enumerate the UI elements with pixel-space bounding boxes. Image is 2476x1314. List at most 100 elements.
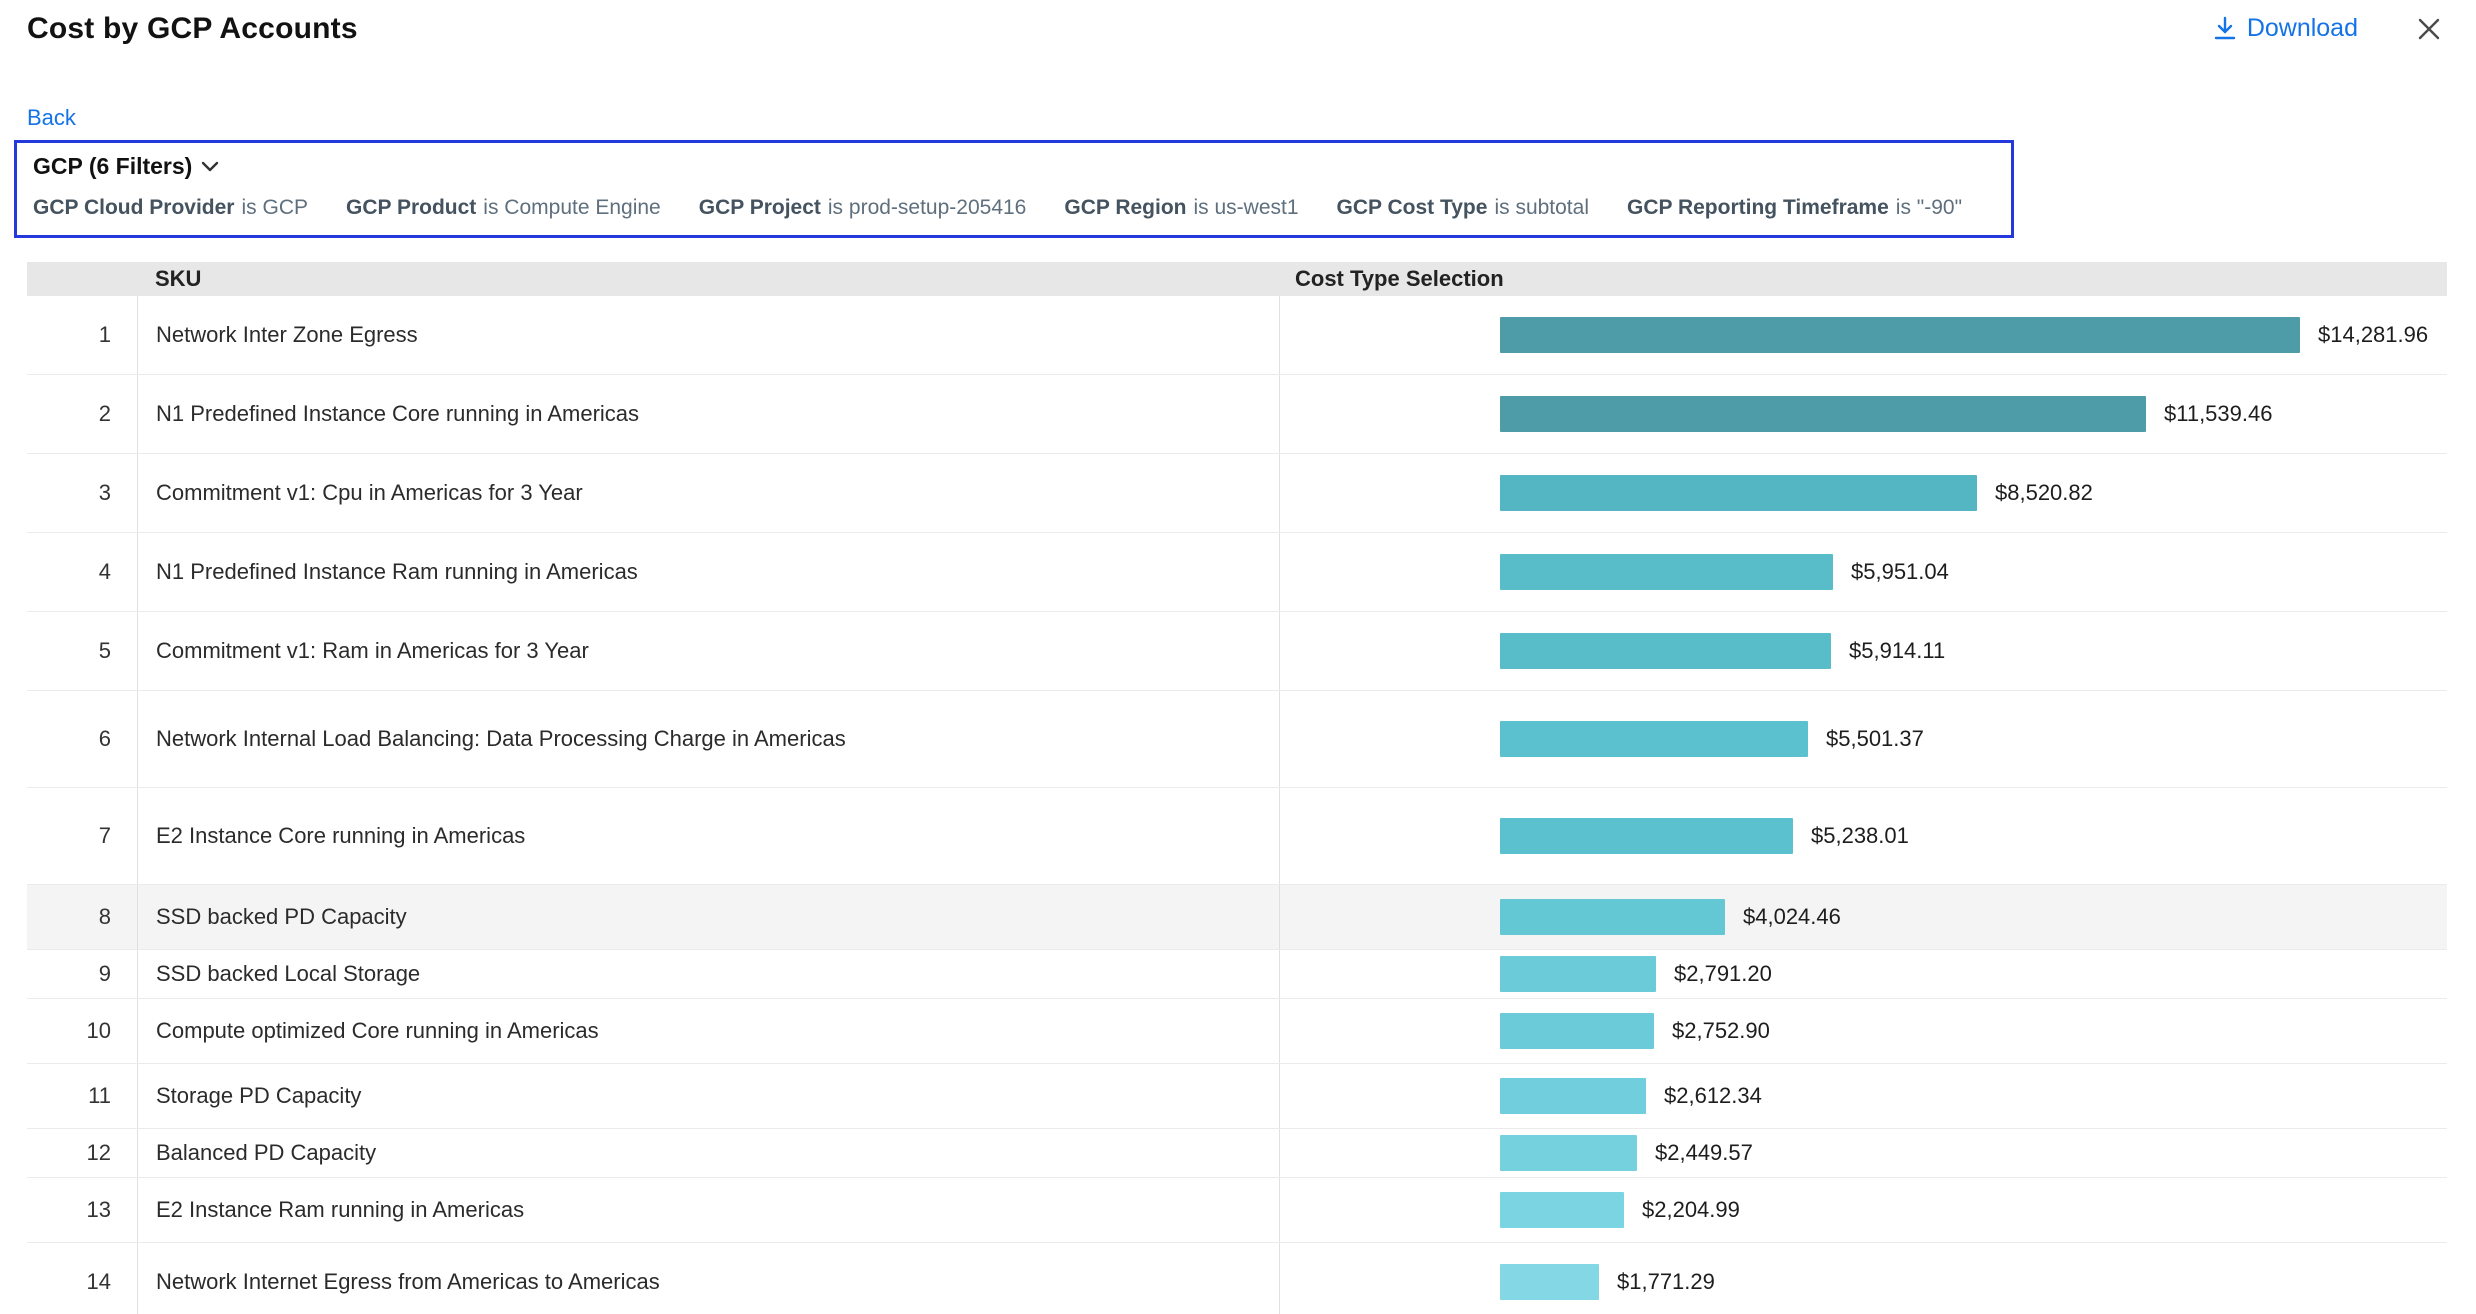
filter-chip[interactable]: GCP Project is prod-setup-205416 bbox=[699, 196, 1027, 220]
bar-cell: $5,238.01 bbox=[1279, 788, 2447, 884]
table-row[interactable]: 8 SSD backed PD Capacity $4,024.46 bbox=[27, 885, 2447, 950]
sku-label: SSD backed PD Capacity bbox=[137, 885, 1279, 949]
filter-chip[interactable]: GCP Reporting Timeframe is "-90" bbox=[1627, 196, 1962, 220]
bar-cell: $11,539.46 bbox=[1279, 375, 2447, 453]
close-button[interactable] bbox=[2412, 12, 2446, 46]
cost-value: $2,791.20 bbox=[1674, 961, 1772, 987]
filter-condition: is subtotal bbox=[1494, 196, 1589, 219]
cost-bar[interactable] bbox=[1500, 317, 2300, 353]
cost-value: $5,501.37 bbox=[1826, 726, 1924, 752]
filter-summary-toggle[interactable]: GCP (6 Filters) bbox=[33, 153, 1995, 180]
cost-table: SKU Cost Type Selection 1 Network Inter … bbox=[27, 262, 2447, 1314]
filter-condition: is Compute Engine bbox=[483, 196, 660, 219]
cost-bar[interactable] bbox=[1500, 1264, 1599, 1300]
bar-cell: $5,914.11 bbox=[1279, 612, 2447, 690]
bar-cell: $5,951.04 bbox=[1279, 533, 2447, 611]
cost-value: $8,520.82 bbox=[1995, 480, 2093, 506]
cost-value: $2,752.90 bbox=[1672, 1018, 1770, 1044]
header-sku-column: SKU bbox=[137, 266, 1279, 292]
filter-chip[interactable]: GCP Cost Type is subtotal bbox=[1337, 196, 1589, 220]
sku-label: Network Internet Egress from Americas to… bbox=[137, 1243, 1279, 1314]
cost-bar[interactable] bbox=[1500, 396, 2146, 432]
cost-bar[interactable] bbox=[1500, 899, 1725, 935]
row-index: 1 bbox=[27, 296, 137, 374]
table-row[interactable]: 5 Commitment v1: Ram in Americas for 3 Y… bbox=[27, 612, 2447, 691]
filter-field: GCP Region bbox=[1064, 196, 1186, 219]
table-row[interactable]: 9 SSD backed Local Storage $2,791.20 bbox=[27, 950, 2447, 999]
table-row[interactable]: 10 Compute optimized Core running in Ame… bbox=[27, 999, 2447, 1064]
filter-chip[interactable]: GCP Cloud Provideris GCP bbox=[33, 196, 308, 220]
sku-label: Commitment v1: Ram in Americas for 3 Yea… bbox=[137, 612, 1279, 690]
filter-list: GCP Cloud Provideris GCP GCP Productis Co… bbox=[33, 196, 1995, 220]
download-icon bbox=[2213, 16, 2237, 42]
cost-value: $1,771.29 bbox=[1617, 1269, 1715, 1295]
table-row[interactable]: 4 N1 Predefined Instance Ram running in … bbox=[27, 533, 2447, 612]
table-row[interactable]: 7 E2 Instance Core running in Americas $… bbox=[27, 788, 2447, 885]
cost-bar[interactable] bbox=[1500, 1135, 1637, 1171]
row-index: 5 bbox=[27, 612, 137, 690]
sku-label: Balanced PD Capacity bbox=[137, 1129, 1279, 1177]
download-button[interactable]: Download bbox=[2213, 14, 2358, 43]
sku-label: Compute optimized Core running in Americ… bbox=[137, 999, 1279, 1063]
row-index: 12 bbox=[27, 1129, 137, 1177]
cost-bar[interactable] bbox=[1500, 554, 1833, 590]
bar-cell: $4,024.46 bbox=[1279, 885, 2447, 949]
bar-cell: $14,281.96 bbox=[1279, 296, 2447, 374]
sku-label: E2 Instance Core running in Americas bbox=[137, 788, 1279, 884]
filter-chip[interactable]: GCP Productis Compute Engine bbox=[346, 196, 661, 220]
table-row[interactable]: 6 Network Internal Load Balancing: Data … bbox=[27, 691, 2447, 788]
cost-value: $2,612.34 bbox=[1664, 1083, 1762, 1109]
cost-bar[interactable] bbox=[1500, 1013, 1654, 1049]
bar-cell: $5,501.37 bbox=[1279, 691, 2447, 787]
bar-cell: $2,449.57 bbox=[1279, 1129, 2447, 1177]
cost-by-gcp-accounts-panel: Cost by GCP Accounts Download Back GCP (… bbox=[0, 0, 2476, 1314]
row-index: 6 bbox=[27, 691, 137, 787]
table-body: 1 Network Inter Zone Egress $14,281.96 2… bbox=[27, 296, 2447, 1314]
bar-cell: $2,791.20 bbox=[1279, 950, 2447, 998]
cost-bar[interactable] bbox=[1500, 956, 1656, 992]
sku-label: SSD backed Local Storage bbox=[137, 950, 1279, 998]
sku-label: E2 Instance Ram running in Americas bbox=[137, 1178, 1279, 1242]
cost-value: $5,914.11 bbox=[1849, 638, 1945, 664]
table-row[interactable]: 14 Network Internet Egress from Americas… bbox=[27, 1243, 2447, 1314]
header-cost-type-column: Cost Type Selection bbox=[1279, 266, 2447, 292]
table-row[interactable]: 11 Storage PD Capacity $2,612.34 bbox=[27, 1064, 2447, 1129]
table-row[interactable]: 12 Balanced PD Capacity $2,449.57 bbox=[27, 1129, 2447, 1178]
cost-bar[interactable] bbox=[1500, 1078, 1646, 1114]
row-index: 10 bbox=[27, 999, 137, 1063]
table-header: SKU Cost Type Selection bbox=[27, 262, 2447, 296]
cost-bar[interactable] bbox=[1500, 633, 1831, 669]
cost-bar[interactable] bbox=[1500, 721, 1808, 757]
cost-value: $4,024.46 bbox=[1743, 904, 1841, 930]
sku-label: Network Inter Zone Egress bbox=[137, 296, 1279, 374]
table-row[interactable]: 2 N1 Predefined Instance Core running in… bbox=[27, 375, 2447, 454]
row-index: 9 bbox=[27, 950, 137, 998]
row-index: 13 bbox=[27, 1178, 137, 1242]
bar-cell: $2,752.90 bbox=[1279, 999, 2447, 1063]
filter-condition: is "-90" bbox=[1896, 196, 1962, 219]
cost-bar[interactable] bbox=[1500, 818, 1793, 854]
back-link[interactable]: Back bbox=[27, 105, 76, 131]
cost-value: $5,238.01 bbox=[1811, 823, 1909, 849]
filter-chip[interactable]: GCP Region is us-west1 bbox=[1064, 196, 1298, 220]
filter-box: GCP (6 Filters) GCP Cloud Provideris GCP… bbox=[14, 140, 2014, 238]
filter-field: GCP Cost Type bbox=[1337, 196, 1488, 219]
sku-label: Storage PD Capacity bbox=[137, 1064, 1279, 1128]
filter-condition: is us-west1 bbox=[1193, 196, 1298, 219]
filter-condition: is prod-setup-205416 bbox=[828, 196, 1026, 219]
cost-bar[interactable] bbox=[1500, 475, 1977, 511]
cost-value: $14,281.96 bbox=[2318, 322, 2428, 348]
cost-bar[interactable] bbox=[1500, 1192, 1624, 1228]
filter-field: GCP Project bbox=[699, 196, 821, 219]
close-icon bbox=[2416, 16, 2442, 42]
bar-cell: $2,612.34 bbox=[1279, 1064, 2447, 1128]
table-row[interactable]: 3 Commitment v1: Cpu in Americas for 3 Y… bbox=[27, 454, 2447, 533]
sku-label: Network Internal Load Balancing: Data Pr… bbox=[137, 691, 1279, 787]
filter-field: GCP Reporting Timeframe bbox=[1627, 196, 1889, 219]
download-label: Download bbox=[2247, 14, 2358, 43]
row-index: 3 bbox=[27, 454, 137, 532]
cost-value: $2,449.57 bbox=[1655, 1140, 1753, 1166]
page-title: Cost by GCP Accounts bbox=[27, 12, 358, 46]
table-row[interactable]: 1 Network Inter Zone Egress $14,281.96 bbox=[27, 296, 2447, 375]
table-row[interactable]: 13 E2 Instance Ram running in Americas $… bbox=[27, 1178, 2447, 1243]
